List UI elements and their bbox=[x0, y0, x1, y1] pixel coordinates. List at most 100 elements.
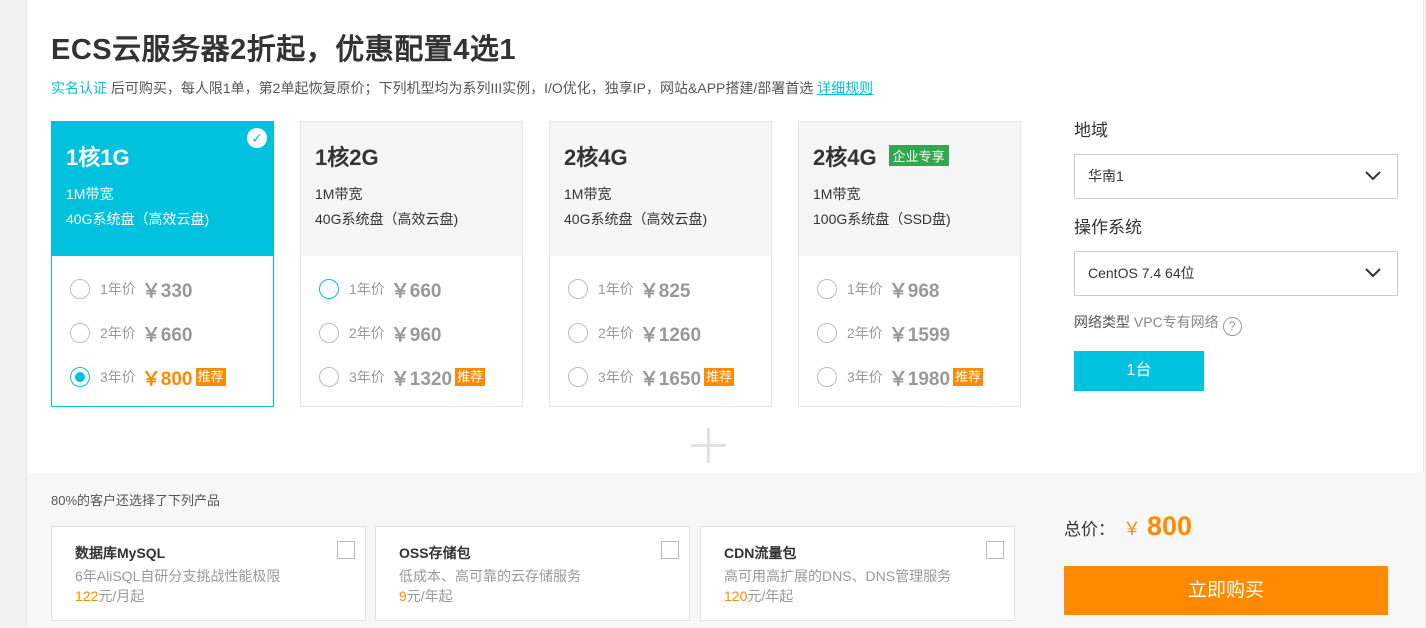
addon-description: 低成本、高可靠的云存储服务 bbox=[399, 568, 581, 584]
addon-price-unit: 元/年起 bbox=[406, 588, 453, 604]
card-bandwidth: 1M带宽 bbox=[564, 186, 612, 202]
price-radio[interactable] bbox=[568, 279, 588, 299]
card-header: 2核4G 企业专享 1M带宽 100G系统盘（SSD盘) bbox=[799, 122, 1020, 256]
price-term: 3年价 bbox=[100, 369, 136, 385]
price-term: 2年价 bbox=[349, 325, 385, 341]
price-radio[interactable] bbox=[70, 279, 90, 299]
price-value: ￥330 bbox=[141, 280, 193, 302]
price-value: ￥660 bbox=[141, 324, 193, 346]
addon-name: OSS存储包 bbox=[399, 545, 471, 561]
price-option[interactable]: 1年价 ￥660 bbox=[319, 267, 522, 311]
price-term: 1年价 bbox=[100, 281, 136, 297]
recommend-badge: 推荐 bbox=[953, 368, 984, 386]
price-option[interactable]: 3年价 ￥800 推荐 bbox=[70, 355, 273, 399]
price-term: 1年价 bbox=[598, 281, 634, 297]
addon-checkbox[interactable] bbox=[661, 541, 679, 559]
addon-name: CDN流量包 bbox=[724, 545, 797, 561]
price-term: 2年价 bbox=[598, 325, 634, 341]
chevron-down-icon bbox=[1365, 268, 1381, 278]
addon-price-unit: 元/年起 bbox=[747, 588, 794, 604]
addon-price-amount: 120 bbox=[724, 588, 748, 604]
recommend-badge: 推荐 bbox=[455, 368, 486, 386]
price-option[interactable]: 2年价 ￥660 bbox=[70, 311, 273, 355]
price-option[interactable]: 3年价 ￥1980 推荐 bbox=[817, 355, 1020, 399]
addon-checkbox[interactable] bbox=[337, 541, 355, 559]
region-value: 华南1 bbox=[1088, 168, 1124, 184]
config-card[interactable]: 2核4G 1M带宽 40G系统盘（高效云盘) 1年价 ￥825 2年价 ￥1260 3年价 ￥1… bbox=[549, 121, 772, 407]
addon-description: 6年AliSQL自研分支挑战性能极限 bbox=[75, 568, 281, 584]
price-value: ￥800 bbox=[141, 368, 193, 390]
card-bandwidth: 1M带宽 bbox=[813, 186, 861, 202]
config-card[interactable]: 2核4G 企业专享 1M带宽 100G系统盘（SSD盘) 1年价 ￥968 2年价 ￥1599… bbox=[798, 121, 1021, 407]
card-name: 2核4G bbox=[813, 145, 877, 170]
enterprise-badge: 企业专享 bbox=[888, 145, 949, 166]
addon-price-amount: 9 bbox=[399, 588, 407, 604]
price-value: ￥968 bbox=[888, 280, 940, 302]
card-header: 2核4G 1M带宽 40G系统盘（高效云盘) bbox=[550, 122, 771, 256]
price-value: ￥960 bbox=[390, 324, 442, 346]
price-option[interactable]: 3年价 ￥1320 推荐 bbox=[319, 355, 522, 399]
buy-now-button[interactable]: 立即购买 bbox=[1064, 566, 1388, 615]
price-term: 3年价 bbox=[847, 369, 883, 385]
price-radio[interactable] bbox=[817, 367, 837, 387]
price-value: ￥1260 bbox=[639, 324, 702, 346]
region-select[interactable]: 华南1 bbox=[1074, 154, 1398, 199]
price-value: ￥1650 bbox=[639, 368, 702, 390]
price-option[interactable]: 2年价 ￥1599 bbox=[817, 311, 1020, 355]
price-radio[interactable] bbox=[568, 367, 588, 387]
addon-product-card[interactable]: OSS存储包低成本、高可靠的云存储服务 9元/年起 bbox=[375, 526, 690, 621]
price-option[interactable]: 1年价 ￥330 bbox=[70, 267, 273, 311]
addon-checkbox[interactable] bbox=[986, 541, 1004, 559]
price-option[interactable]: 1年价 ￥825 bbox=[568, 267, 771, 311]
price-radio[interactable] bbox=[568, 323, 588, 343]
price-radio[interactable] bbox=[817, 323, 837, 343]
price-radio[interactable] bbox=[319, 279, 339, 299]
quantity-button[interactable]: 1台 bbox=[1074, 351, 1204, 391]
card-name: 1核2G bbox=[315, 145, 379, 170]
page-title: ECS云服务器2折起，优惠配置4选1 bbox=[51, 34, 517, 66]
price-term: 3年价 bbox=[349, 369, 385, 385]
card-disk: 100G系统盘（SSD盘) bbox=[813, 211, 951, 227]
price-option[interactable]: 2年价 ￥1260 bbox=[568, 311, 771, 355]
price-options: 1年价 ￥825 2年价 ￥1260 3年价 ￥1650 推荐 bbox=[550, 267, 771, 399]
card-header: 1核2G 1M带宽 40G系统盘（高效云盘) bbox=[301, 122, 522, 256]
price-radio[interactable] bbox=[817, 279, 837, 299]
region-label: 地域 bbox=[1074, 121, 1108, 140]
price-radio[interactable] bbox=[319, 323, 339, 343]
addon-price-amount: 122 bbox=[75, 588, 99, 604]
total-label: 总价： bbox=[1064, 520, 1115, 539]
card-disk: 40G系统盘（高效云盘) bbox=[315, 211, 459, 227]
rules-link[interactable]: 详细规则 bbox=[817, 80, 873, 96]
recommend-badge: 推荐 bbox=[195, 368, 226, 386]
help-icon[interactable]: ? bbox=[1222, 317, 1242, 336]
price-value: ￥1599 bbox=[888, 324, 951, 346]
card-disk: 40G系统盘（高效云盘) bbox=[564, 211, 708, 227]
addon-product-card[interactable]: CDN流量包 高可用高扩展的DNS、DNS管理服务 120元/年起 bbox=[700, 526, 1015, 621]
price-term: 1年价 bbox=[847, 281, 883, 297]
price-value: ￥660 bbox=[390, 280, 442, 302]
os-select[interactable]: CentOS 7.4 64位 bbox=[1074, 251, 1398, 296]
card-name: 1核1G bbox=[66, 145, 130, 170]
price-term: 2年价 bbox=[847, 325, 883, 341]
price-radio[interactable] bbox=[70, 367, 90, 387]
config-card[interactable]: 1核1G 1M带宽 40G系统盘（高效云盘) ✓ 1年价 ￥330 2年价 ￥660 3年价 ￥8… bbox=[51, 121, 274, 407]
price-option[interactable]: 2年价 ￥960 bbox=[319, 311, 522, 355]
price-term: 1年价 bbox=[349, 281, 385, 297]
addon-product-card[interactable]: 数据库MySQL 6年AliSQL自研分支挑战性能极限 122元/月起 bbox=[51, 526, 366, 621]
price-options: 1年价 ￥660 2年价 ￥960 3年价 ￥1320 推荐 bbox=[301, 267, 522, 399]
config-card[interactable]: 1核2G 1M带宽 40G系统盘（高效云盘) 1年价 ￥660 2年价 ￥960 3年价 ￥13… bbox=[300, 121, 523, 407]
price-option[interactable]: 1年价 ￥968 bbox=[817, 267, 1020, 311]
price-value: ￥1980 bbox=[888, 368, 951, 390]
addon-price: 9元/年起 bbox=[399, 586, 689, 606]
price-options: 1年价 ￥968 2年价 ￥1599 3年价 ￥1980 推荐 bbox=[799, 267, 1020, 399]
addon-price: 122元/月起 bbox=[75, 586, 365, 606]
verify-link[interactable]: 实名认证 bbox=[51, 80, 107, 96]
card-name: 2核4G bbox=[564, 145, 628, 170]
price-option[interactable]: 3年价 ￥1650 推荐 bbox=[568, 355, 771, 399]
price-radio[interactable] bbox=[319, 367, 339, 387]
recommend-badge: 推荐 bbox=[704, 368, 735, 386]
price-radio[interactable] bbox=[70, 323, 90, 343]
plus-icon bbox=[691, 428, 726, 463]
promo-panel: ECS云服务器2折起，优惠配置4选1 实名认证 后可购买，每人限1单，第2单起恢… bbox=[26, 0, 1424, 628]
os-label: 操作系统 bbox=[1074, 218, 1142, 237]
